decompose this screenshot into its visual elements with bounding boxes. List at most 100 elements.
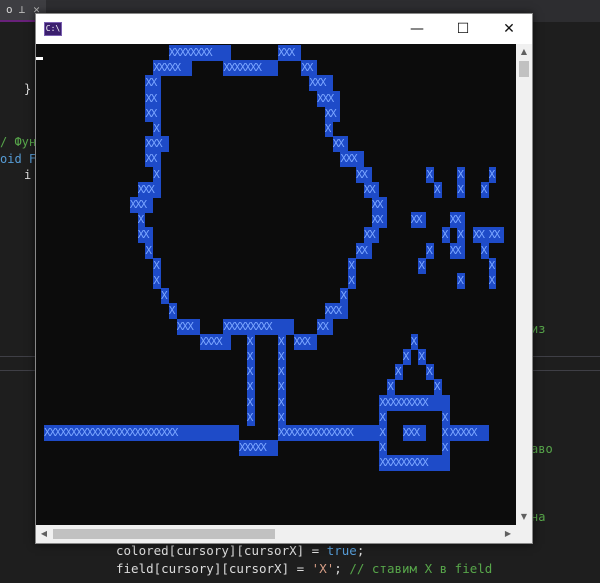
ide-comment-fragment: на <box>531 510 546 524</box>
scroll-right-icon[interactable]: ▶ <box>500 525 516 543</box>
ascii-x-block: XX <box>356 166 372 183</box>
ascii-x-block: XXXXXXXXX <box>223 318 294 335</box>
ascii-x-block: XXX <box>278 45 302 61</box>
ascii-x-block: X <box>324 121 333 137</box>
ascii-x-block: XX <box>332 136 349 153</box>
code-text: ; <box>356 543 365 558</box>
ascii-x-block: X <box>480 181 489 198</box>
ide-comment-fragment: аво <box>531 442 553 456</box>
ascii-x-block: X <box>426 364 434 381</box>
console-output[interactable]: XXXXXXXX XXX XXXXX XXXXXXX XX XX XXX XX XXX XX XX X… <box>36 44 516 525</box>
minimize-button[interactable]: — <box>394 14 440 44</box>
ascii-x-block: X <box>340 288 349 305</box>
ascii-x-block: X <box>153 121 161 137</box>
ascii-x-block: XX <box>363 181 380 198</box>
ascii-x-block: X <box>488 257 497 274</box>
ascii-x-block: X <box>379 425 388 441</box>
maximize-button[interactable]: ☐ <box>440 14 486 44</box>
ascii-x-block: X <box>441 227 450 244</box>
ascii-x-block: X <box>418 257 427 274</box>
ascii-x-block: X <box>387 379 395 396</box>
ascii-x-block: XX <box>137 227 154 244</box>
ascii-x-block: XX <box>301 60 317 77</box>
scroll-down-icon[interactable]: ▼ <box>516 509 532 525</box>
ascii-x-block: X <box>246 349 255 365</box>
ascii-x-block: X <box>457 227 466 244</box>
ascii-x-block: X <box>457 166 466 183</box>
ascii-x-block: XX <box>356 242 372 259</box>
ide-comment-fragment: из <box>531 322 546 336</box>
ascii-x-block: XXXXXXXX <box>168 45 232 61</box>
ascii-x-block: X <box>457 273 466 289</box>
ascii-x-block: XX <box>410 212 427 229</box>
code-comment: // ставим X в field <box>349 561 493 576</box>
scroll-up-icon[interactable]: ▲ <box>516 44 532 60</box>
ide-code-fragment-void: oid F <box>0 152 37 166</box>
ascii-x-block: X <box>348 273 356 289</box>
ascii-x-block: X <box>426 242 434 259</box>
horizontal-scroll-thumb[interactable] <box>53 529 275 539</box>
code-text: field[cursory][cursorX] = <box>116 561 312 576</box>
ascii-x-block: X <box>441 425 450 441</box>
pin-icon[interactable]: ⊥ <box>19 3 26 16</box>
ascii-x-block: XX <box>363 227 380 244</box>
ascii-x-block: X <box>153 273 161 289</box>
ascii-x-block: X <box>153 166 161 183</box>
ide-code-fragment-comment: / Фун <box>0 135 37 149</box>
ascii-x-block: X <box>246 333 255 350</box>
ascii-x-block: XX <box>473 227 489 244</box>
ascii-x-block: XXXXXXXXXXXXXX <box>278 425 388 441</box>
ascii-x-block: XX <box>449 242 466 259</box>
ascii-x-block: X <box>379 440 388 457</box>
ascii-x-block: XXX <box>402 425 427 441</box>
scroll-left-icon[interactable]: ◀ <box>36 525 52 543</box>
ascii-x-block: X <box>278 364 286 381</box>
ascii-x-block: XXXXX <box>449 425 489 441</box>
horizontal-scrollbar[interactable]: ◀ ▶ <box>36 525 516 543</box>
code-text: colored[cursory][cursorX] = <box>116 543 327 558</box>
ascii-x-block: XXX <box>324 303 349 320</box>
ascii-x-block: X <box>168 303 177 320</box>
ascii-x-block: X <box>488 273 497 289</box>
close-button[interactable]: ✕ <box>486 14 532 44</box>
vertical-scroll-thumb[interactable] <box>519 61 529 77</box>
vertical-scrollbar[interactable]: ▲ ▼ <box>516 44 532 525</box>
ascii-x-block: X <box>278 394 286 411</box>
ascii-x-block: X <box>379 409 388 426</box>
ascii-x-block: XXX <box>317 90 341 107</box>
code-string: 'X' <box>311 561 335 576</box>
ascii-x-block: XXX <box>129 197 154 213</box>
ascii-x-block: X <box>278 379 286 396</box>
ascii-x-block: X <box>441 440 450 457</box>
ascii-x-block: X <box>246 379 255 396</box>
ascii-x-block: X <box>348 257 356 274</box>
ascii-x-block: XX <box>488 227 505 244</box>
ascii-x-block: XXXX <box>200 333 232 350</box>
ascii-x-block: X <box>278 333 286 350</box>
console-window[interactable]: C:\ — ☐ ✕ XXXXXXXX XXX XXXXX XXXXXXX XX XX XXX… <box>35 13 533 544</box>
ascii-x-block: XXX <box>176 318 200 335</box>
code-text: ; <box>334 561 350 576</box>
ascii-x-block: XXXXX <box>153 60 193 77</box>
ascii-x-block: XXXXXXXXX <box>379 455 450 472</box>
ascii-x-block: XX <box>317 318 333 335</box>
code-keyword: true <box>326 543 357 558</box>
ide-tab-label: о <box>6 3 13 16</box>
ascii-x-block: XXX <box>293 333 317 350</box>
text-cursor <box>36 57 43 60</box>
ascii-x-block: XX <box>145 75 161 92</box>
ascii-x-block: XXXXXXX <box>223 60 278 77</box>
ascii-x-block: XX <box>371 212 388 229</box>
code-line: colored[cursory][cursorX] = true; <box>116 543 364 558</box>
ascii-x-block: XXXXX <box>239 440 278 457</box>
ascii-x-block: XX <box>449 212 466 229</box>
ascii-x-block: XX <box>145 105 161 122</box>
ascii-x-block: X <box>246 364 255 381</box>
ascii-x-block: X <box>402 349 411 365</box>
ascii-x-block: X <box>488 166 497 183</box>
ascii-x-block: XXX <box>137 181 161 198</box>
console-titlebar[interactable]: C:\ — ☐ ✕ <box>36 14 532 44</box>
ascii-x-block: X <box>137 212 146 229</box>
ascii-x-block: XXXXXXXXXXXXXXXXXXXXXXXXX <box>44 425 239 441</box>
ascii-x-block: X <box>246 394 255 411</box>
